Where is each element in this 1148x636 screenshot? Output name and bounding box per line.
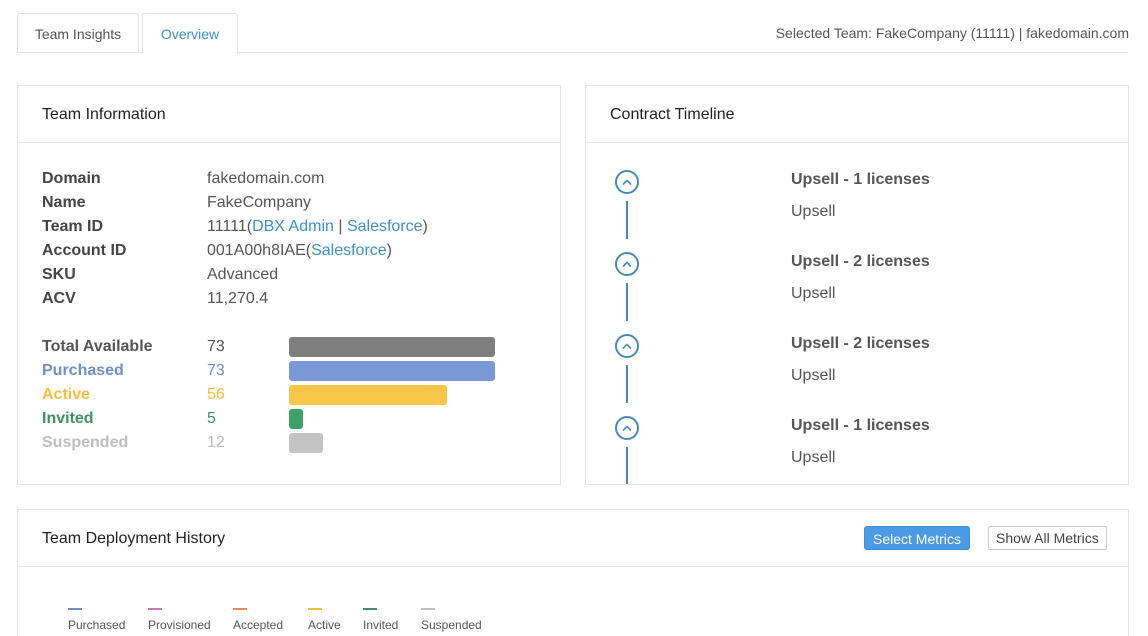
sku-value: Advanced	[207, 266, 279, 283]
license-row: Purchased 73	[42, 359, 542, 383]
selected-team-label: Selected Team: FakeCompany (11111) | fak…	[775, 25, 1129, 41]
timeline-item: Upsell - 1 licenses Upsell	[586, 170, 1128, 252]
license-bar-track	[289, 409, 495, 429]
timeline-item-title: Upsell - 1 licenses	[791, 417, 930, 434]
legend-swatch	[233, 608, 247, 610]
tab-team-insights[interactable]: Team Insights	[17, 13, 139, 53]
license-bar-track	[289, 433, 495, 453]
account-id-value-group: 001A00h8IAE(Salesforce)	[207, 239, 392, 263]
team-information-title: Team Information	[18, 86, 560, 143]
license-label: Invited	[42, 410, 94, 427]
tab-overview[interactable]: Overview	[142, 13, 238, 54]
name-label: Name	[42, 194, 86, 211]
timeline-item-type: Upsell	[791, 367, 836, 384]
name-value: FakeCompany	[207, 194, 312, 211]
account-salesforce-link[interactable]: Salesforce	[311, 242, 387, 259]
license-count: 73	[207, 338, 225, 355]
license-bar	[289, 409, 303, 429]
legend-label: Invited	[363, 618, 399, 632]
legend-swatch	[68, 608, 82, 610]
license-row: Total Available 73	[42, 335, 542, 359]
contract-timeline-title: Contract Timeline	[586, 86, 1128, 143]
license-label: Total Available	[42, 338, 153, 355]
license-bar-track	[289, 337, 495, 357]
domain-label: Domain	[42, 170, 101, 187]
chevron-up-icon[interactable]	[615, 334, 639, 358]
domain-value: fakedomain.com	[207, 170, 325, 187]
legend-label: Accepted	[233, 618, 284, 632]
license-count: 56	[207, 386, 225, 403]
account-id-value: 001A00h8IAE	[207, 242, 306, 259]
license-count: 12	[207, 434, 225, 451]
legend-swatch	[148, 608, 162, 610]
license-bar-track	[289, 361, 495, 381]
license-bar	[289, 433, 323, 453]
license-count: 73	[207, 362, 225, 379]
timeline-item-type: Upsell	[791, 449, 836, 466]
timeline-list: Upsell - 1 licenses Upsell Upsell - 2 lice…	[586, 170, 1128, 484]
timeline-item: Upsell - 1 licenses Upsell	[586, 416, 1128, 484]
account-id-label: Account ID	[42, 242, 127, 259]
timeline-item: Upsell - 2 licenses Upsell	[586, 252, 1128, 334]
timeline-connector	[626, 365, 628, 403]
license-row: Suspended 12	[42, 431, 542, 455]
license-label: Active	[42, 386, 91, 403]
team-salesforce-link[interactable]: Salesforce	[347, 218, 423, 235]
acv-value: 11,270.4	[207, 290, 269, 307]
timeline-connector	[626, 447, 628, 484]
timeline-item-type: Upsell	[791, 203, 836, 220]
license-label: Purchased	[42, 362, 124, 379]
legend-label: Purchased	[68, 618, 126, 632]
legend-label: Active	[308, 618, 341, 632]
legend-swatch	[421, 608, 435, 610]
dbx-admin-link[interactable]: DBX Admin	[252, 218, 334, 235]
license-bar	[289, 361, 495, 381]
license-bar	[289, 337, 495, 357]
license-row: Invited 5	[42, 407, 542, 431]
license-row: Active 56	[42, 383, 542, 407]
team-id-value-group: 11111(DBX Admin | Salesforce)	[207, 215, 428, 239]
show-all-metrics-button[interactable]: Show All Metrics	[988, 526, 1107, 550]
deployment-history-panel: Team Deployment History Select Metrics S…	[17, 509, 1129, 636]
timeline-item-title: Upsell - 1 licenses	[791, 171, 930, 188]
legend-swatch	[363, 608, 377, 610]
license-count: 5	[207, 410, 216, 427]
license-bar	[289, 385, 447, 405]
team-id-separator: |	[333, 218, 347, 235]
account-id-close-paren: )	[386, 242, 392, 259]
timeline-connector	[626, 201, 628, 239]
chevron-up-icon[interactable]	[615, 252, 639, 276]
timeline-item-title: Upsell - 2 licenses	[791, 335, 930, 352]
timeline-connector	[626, 283, 628, 321]
license-label: Suspended	[42, 434, 129, 451]
team-id-label: Team ID	[42, 218, 104, 235]
team-id-value: 11111	[207, 218, 247, 235]
chevron-up-icon[interactable]	[615, 170, 639, 194]
acv-label: ACV	[42, 290, 76, 307]
timeline-item-title: Upsell - 2 licenses	[791, 253, 930, 270]
timeline-item-type: Upsell	[791, 285, 836, 302]
sku-label: SKU	[42, 266, 76, 283]
legend-label: Suspended	[421, 618, 482, 632]
chevron-up-icon[interactable]	[615, 416, 639, 440]
team-information-panel: Team Information Domain fakedomain.com N…	[17, 85, 561, 485]
select-metrics-button[interactable]: Select Metrics	[864, 526, 970, 550]
timeline-item: Upsell - 2 licenses Upsell	[586, 334, 1128, 416]
legend-swatch	[308, 608, 322, 610]
license-bar-track	[289, 385, 495, 405]
team-id-close-paren: )	[422, 218, 428, 235]
contract-timeline-panel: Contract Timeline Upsell - 1 licenses Ups…	[585, 85, 1129, 485]
legend-label: Provisioned	[148, 618, 211, 632]
